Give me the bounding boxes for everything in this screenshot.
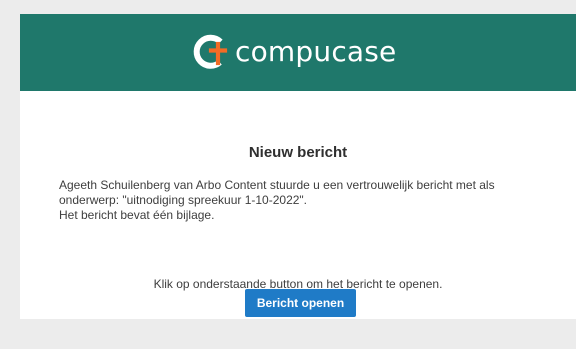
message-body: Ageeth Schuilenberg van Arbo Content stu… xyxy=(59,178,529,223)
open-message-button[interactable]: Bericht openen xyxy=(245,289,356,317)
compucase-logo: compucase xyxy=(192,33,397,71)
compucase-logo-icon xyxy=(193,34,228,69)
message-line: Ageeth Schuilenberg van Arbo Content stu… xyxy=(59,178,495,192)
email-card: compucase Nieuw bericht Ageeth Schuilenb… xyxy=(20,14,576,319)
message-line: onderwerp: "uitnodiging spreekuur 1-10-2… xyxy=(59,193,308,207)
email-header: compucase xyxy=(20,14,576,91)
message-line: Het bericht bevat één bijlage. xyxy=(59,208,215,222)
brand-name: compucase xyxy=(235,35,397,68)
email-title: Nieuw bericht xyxy=(248,144,348,162)
